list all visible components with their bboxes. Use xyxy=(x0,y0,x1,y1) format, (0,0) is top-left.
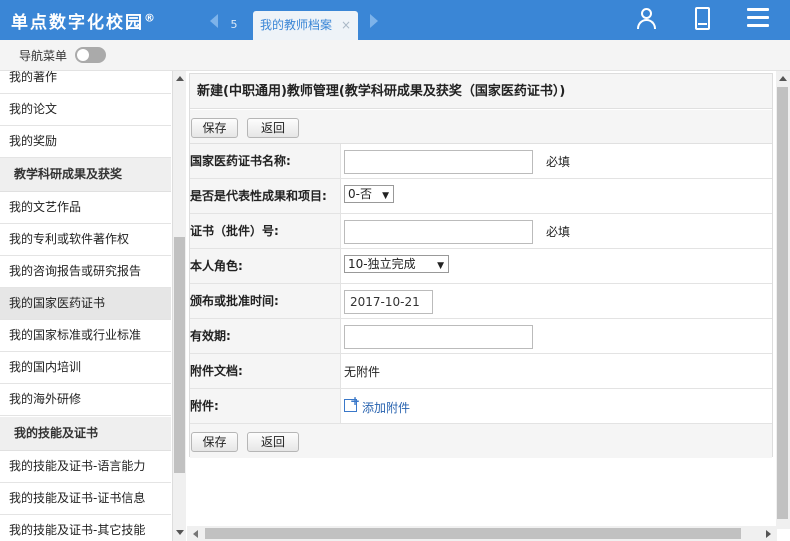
representative-value: 0-否 xyxy=(348,187,372,201)
representative-select[interactable]: 0-否 ▼ xyxy=(344,185,394,203)
scroll-right-icon[interactable] xyxy=(766,530,771,538)
row-role: 本人角色: 10-独立完成 ▼ xyxy=(190,249,772,284)
top-toolbar: 保存 返回 xyxy=(190,110,772,144)
content-horizontal-scrollbar[interactable] xyxy=(187,526,777,541)
add-attachment-link[interactable]: 添加附件 xyxy=(362,399,410,416)
representative-label: 是否是代表性成果和项目: xyxy=(190,179,341,213)
row-attachment: 附件: 添加附件 xyxy=(190,389,772,424)
cert-no-required: 必填 xyxy=(546,225,571,239)
back-button[interactable]: 返回 xyxy=(247,118,299,138)
page-title: 新建(中职通用)教师管理(教学科研成果及获奖（国家医药证书）) xyxy=(190,74,772,109)
top-bar: 单点数字化校园® 5 我的教师档案 × xyxy=(0,0,790,40)
tab-close-icon[interactable]: × xyxy=(341,11,351,39)
sidebar-group-research[interactable]: 教学科研成果及获奖 xyxy=(0,158,171,192)
cert-name-input[interactable] xyxy=(344,150,533,174)
add-attachment-icon[interactable] xyxy=(344,394,360,412)
main-content: 新建(中职通用)教师管理(教学科研成果及获奖（国家医药证书）) 保存 返回 国家… xyxy=(187,71,790,541)
sidebar-scrollbar[interactable] xyxy=(172,71,186,541)
tab-teacher-profile[interactable]: 我的教师档案 × xyxy=(253,11,358,40)
row-cert-name: 国家医药证书名称: 必填 xyxy=(190,144,772,179)
sidebar-item-works[interactable]: 我的著作 xyxy=(0,71,171,94)
scroll-left-icon[interactable] xyxy=(193,530,198,538)
tab-collapsed[interactable]: 5 xyxy=(224,12,244,40)
nav-menu-bar: 导航菜单 xyxy=(0,40,790,71)
sidebar-item-art-works[interactable]: 我的文艺作品 xyxy=(0,192,171,224)
scroll-thumb[interactable] xyxy=(205,528,741,539)
cert-name-required: 必填 xyxy=(546,155,571,169)
sidebar-item-reports[interactable]: 我的咨询报告或研究报告 xyxy=(0,256,171,288)
content-vertical-scrollbar[interactable] xyxy=(776,71,790,529)
role-label: 本人角色: xyxy=(190,249,341,283)
save-button[interactable]: 保存 xyxy=(191,118,238,138)
phone-icon[interactable] xyxy=(695,7,710,30)
attachment-label: 附件: xyxy=(190,389,341,423)
sidebar-item-domestic-training[interactable]: 我的国内培训 xyxy=(0,352,171,384)
sidebar-item-standards[interactable]: 我的国家标准或行业标准 xyxy=(0,320,171,352)
sidebar-item-skills-language[interactable]: 我的技能及证书-语言能力 xyxy=(0,451,171,483)
row-cert-no: 证书（批件）号: 必填 xyxy=(190,214,772,249)
menu-icon[interactable] xyxy=(747,7,769,29)
sidebar-item-medical-cert[interactable]: 我的国家医药证书 xyxy=(0,288,171,320)
tab-next-arrow-icon[interactable] xyxy=(370,14,378,28)
scroll-thumb[interactable] xyxy=(777,87,788,519)
row-issue-date: 颁布或批准时间: 2017-10-21 xyxy=(190,284,772,319)
save-button-bottom[interactable]: 保存 xyxy=(191,432,238,452)
issue-date-label: 颁布或批准时间: xyxy=(190,284,341,318)
sidebar-item-papers[interactable]: 我的论文 xyxy=(0,94,171,126)
sidebar-item-patents[interactable]: 我的专利或软件著作权 xyxy=(0,224,171,256)
form-panel: 新建(中职通用)教师管理(教学科研成果及获奖（国家医药证书）) 保存 返回 国家… xyxy=(189,73,773,458)
sidebar-item-skills-other[interactable]: 我的技能及证书-其它技能 xyxy=(0,515,171,541)
row-representative: 是否是代表性成果和项目: 0-否 ▼ xyxy=(190,179,772,214)
row-attachment-doc: 附件文档: 无附件 xyxy=(190,354,772,389)
tab-prev-arrow-icon[interactable] xyxy=(210,14,218,28)
chevron-down-icon: ▼ xyxy=(437,261,444,271)
sidebar: 我的著作 我的论文 我的奖励 教学科研成果及获奖 我的文艺作品 我的专利或软件著… xyxy=(0,71,171,541)
row-valid-period: 有效期: xyxy=(190,319,772,354)
nav-menu-toggle[interactable] xyxy=(75,47,106,63)
sidebar-group-skills[interactable]: 我的技能及证书 xyxy=(0,417,171,451)
cert-no-label: 证书（批件）号: xyxy=(190,214,341,248)
tab-label: 我的教师档案 xyxy=(260,18,333,32)
valid-period-input[interactable] xyxy=(344,325,533,349)
scroll-up-icon[interactable] xyxy=(779,76,787,81)
attachment-doc-label: 附件文档: xyxy=(190,354,341,388)
issue-date-input[interactable]: 2017-10-21 xyxy=(344,290,433,314)
back-button-bottom[interactable]: 返回 xyxy=(247,432,299,452)
cert-no-input[interactable] xyxy=(344,220,533,244)
bottom-toolbar: 保存 返回 xyxy=(190,424,772,458)
scroll-down-icon[interactable] xyxy=(176,530,184,535)
chevron-down-icon: ▼ xyxy=(382,191,389,201)
sidebar-item-awards[interactable]: 我的奖励 xyxy=(0,126,171,158)
scroll-thumb[interactable] xyxy=(174,237,185,473)
role-select[interactable]: 10-独立完成 ▼ xyxy=(344,255,449,273)
sidebar-item-overseas-study[interactable]: 我的海外研修 xyxy=(0,384,171,416)
sidebar-item-skills-cert[interactable]: 我的技能及证书-证书信息 xyxy=(0,483,171,515)
scroll-up-icon[interactable] xyxy=(176,76,184,81)
attachment-doc-value: 无附件 xyxy=(344,365,381,379)
valid-period-label: 有效期: xyxy=(190,319,341,353)
nav-menu-label: 导航菜单 xyxy=(19,49,68,63)
cert-name-label: 国家医药证书名称: xyxy=(190,144,341,178)
app-brand: 单点数字化校园® xyxy=(11,11,155,33)
role-value: 10-独立完成 xyxy=(348,257,416,271)
user-icon[interactable] xyxy=(635,7,659,31)
